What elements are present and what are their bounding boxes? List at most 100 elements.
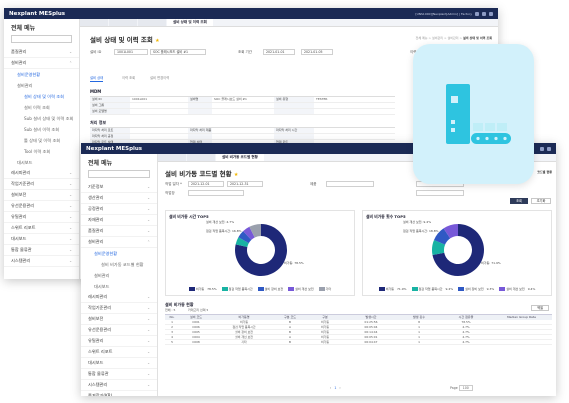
menu-item[interactable]: 대시보드 xyxy=(4,157,79,168)
date-to-input[interactable]: 2021-01-05 xyxy=(301,49,333,55)
menu-item[interactable]: 설비운영현황 xyxy=(81,248,157,259)
menu-item[interactable]: 품질관리 ⌄ xyxy=(4,47,79,58)
search-button[interactable]: 조회 xyxy=(510,198,528,204)
tab-item[interactable]: 설비 상태 및 이력 조회 xyxy=(167,19,213,26)
form-value[interactable] xyxy=(314,103,384,108)
content-tab[interactable]: 설비 변경이력 xyxy=(150,75,169,80)
form-value[interactable]: SOC 플래시보드 설비 #1 xyxy=(212,97,274,102)
equip-id-input[interactable]: 1001L001 xyxy=(114,49,148,55)
next-page-button[interactable]: › xyxy=(339,386,340,390)
line-select[interactable] xyxy=(416,190,464,196)
menu-item[interactable]: 대시보드 xyxy=(81,281,157,292)
menu-item[interactable]: 설비보전 ⌄ xyxy=(81,314,157,325)
form-label xyxy=(188,134,212,139)
menu-item[interactable]: 유선운용관리 ⌄ xyxy=(4,201,79,212)
menu-item[interactable]: 설비운영현황 xyxy=(4,69,79,80)
notification-icon[interactable] xyxy=(482,11,486,16)
menu-item[interactable]: 대시보드 ⌄ xyxy=(4,234,79,245)
notification-icon[interactable] xyxy=(547,146,551,151)
tab-item[interactable]: 설비 비가동 코드별 현황 xyxy=(216,154,264,161)
content-tab[interactable]: 설비 상태 xyxy=(90,75,104,82)
chevron-icon: ⌄ xyxy=(147,317,150,321)
table-cell: 1 xyxy=(171,320,173,324)
menu-item[interactable]: 스위트 리포트 ⌄ xyxy=(81,347,157,358)
per-page-select[interactable]: 100 xyxy=(458,385,473,391)
menu-item[interactable]: 공정관리 ⌄ xyxy=(81,204,157,215)
app-badge xyxy=(413,44,534,184)
menu-item[interactable]: 설비 비가동 코드별 현황 xyxy=(81,259,157,270)
menu-item[interactable]: 통합 물류관 ⌄ xyxy=(81,369,157,380)
page-number[interactable]: 1 xyxy=(334,386,336,390)
date-from-input[interactable]: 2021-01-01 xyxy=(263,49,295,55)
menu-item[interactable]: 기준정보 ⌄ xyxy=(81,182,157,193)
tab-item[interactable] xyxy=(138,19,166,26)
form-value[interactable] xyxy=(130,109,188,114)
area-select[interactable] xyxy=(188,190,244,196)
product-input[interactable] xyxy=(326,181,374,187)
form-value[interactable]: TESTER xyxy=(314,97,384,102)
prev-page-button[interactable]: ‹ xyxy=(330,386,331,390)
settings-icon[interactable] xyxy=(475,11,479,16)
page-title: 설비 비가동 코드별 현황 ★ xyxy=(165,170,239,178)
form-value[interactable] xyxy=(314,109,384,114)
settings-icon[interactable] xyxy=(540,146,544,151)
menu-item[interactable]: Sub 설비 상태 및 이력 조회 xyxy=(4,113,79,124)
equip-name-input[interactable]: SOC 플래시보드 설비 #1 xyxy=(150,49,206,55)
tab-item[interactable] xyxy=(80,19,108,26)
tab-item[interactable] xyxy=(109,19,137,26)
menu-item[interactable]: 설비보전 ⌄ xyxy=(4,190,79,201)
menu-item[interactable]: 시스템관리 ⌄ xyxy=(4,256,79,267)
menu-item[interactable]: 설비관리 xyxy=(81,270,157,281)
form-value[interactable] xyxy=(314,128,384,133)
form-value[interactable] xyxy=(130,128,188,133)
form-value[interactable] xyxy=(212,109,274,114)
reset-button[interactable]: 초기화 xyxy=(531,198,551,204)
menu-item[interactable]: 즐겨찾기(KR) ⌄ xyxy=(81,391,157,396)
menu-item[interactable]: 품질관리 ⌄ xyxy=(81,226,157,237)
menu-item[interactable]: 시스템관리 ⌄ xyxy=(81,380,157,391)
menu-item[interactable]: Tool 이력 조회 xyxy=(4,146,79,157)
menu-item[interactable]: 작업기준관리 ⌄ xyxy=(4,179,79,190)
form-value[interactable] xyxy=(314,134,384,139)
form-value[interactable]: 1001L001 xyxy=(130,97,188,102)
menu-search-input[interactable] xyxy=(11,35,72,43)
menu-item[interactable]: 설비관리 ⌃ xyxy=(4,58,79,69)
form-value[interactable] xyxy=(212,128,274,133)
form-value[interactable] xyxy=(212,103,274,108)
menu-search-input[interactable] xyxy=(88,170,150,178)
menu-item[interactable]: 유선운용관리 ⌄ xyxy=(81,325,157,336)
menu-item[interactable]: 레시피관리 ⌄ xyxy=(81,292,157,303)
category-select[interactable]: 카테고리 선택 ▾ xyxy=(188,308,208,312)
menu-item[interactable]: 생산관리 ⌄ xyxy=(81,193,157,204)
menu-item[interactable]: 설비관리 xyxy=(4,80,79,91)
form-label: 설비명 xyxy=(188,97,212,102)
content-tab[interactable]: 이력 조회 xyxy=(122,75,135,80)
menu-item[interactable]: 툴 상태 및 이력 조회 xyxy=(4,135,79,146)
menu-item[interactable]: 자재관리 ⌄ xyxy=(81,215,157,226)
menu-item[interactable]: 설비관리 ⌃ xyxy=(81,237,157,248)
menu-item[interactable]: 대시보드 ⌄ xyxy=(81,358,157,369)
form-value[interactable] xyxy=(212,134,274,139)
favorite-star-icon[interactable]: ★ xyxy=(155,38,159,44)
menu-item[interactable]: 유틸관리 ⌄ xyxy=(4,212,79,223)
menu-item[interactable]: 설비 이력 조회 xyxy=(4,102,79,113)
form-value[interactable] xyxy=(130,134,188,139)
table-cell: 8 xyxy=(418,320,420,324)
menu-item[interactable]: 설비 상태 및 이력 조회 xyxy=(4,91,79,102)
menu-item[interactable]: 통합 물류관 ⌄ xyxy=(4,245,79,256)
menu-item[interactable]: 스위트 리포트 ⌄ xyxy=(4,223,79,234)
logout-icon[interactable] xyxy=(489,11,493,16)
table-cell: 00:05:01 xyxy=(364,335,378,339)
menu-item[interactable]: Sub 설비 이력 조회 xyxy=(4,124,79,135)
date-from-input[interactable]: 2021-12-01 xyxy=(188,181,224,187)
table-row[interactable]: 5 C008 기타 B 비가동 00:04:47 1 4.7% xyxy=(165,340,552,345)
tab-item[interactable] xyxy=(158,154,186,161)
favorite-star-icon[interactable]: ★ xyxy=(234,172,238,178)
date-to-input[interactable]: 2021-12-31 xyxy=(227,181,263,187)
excel-button[interactable]: 엑셀 xyxy=(531,305,549,311)
tab-item[interactable] xyxy=(187,154,215,161)
menu-item[interactable]: 레시피관리 ⌄ xyxy=(4,168,79,179)
menu-item[interactable]: 작업기준관리 ⌄ xyxy=(81,303,157,314)
form-value[interactable] xyxy=(130,103,188,108)
menu-item[interactable]: 유틸관리 ⌄ xyxy=(81,336,157,347)
